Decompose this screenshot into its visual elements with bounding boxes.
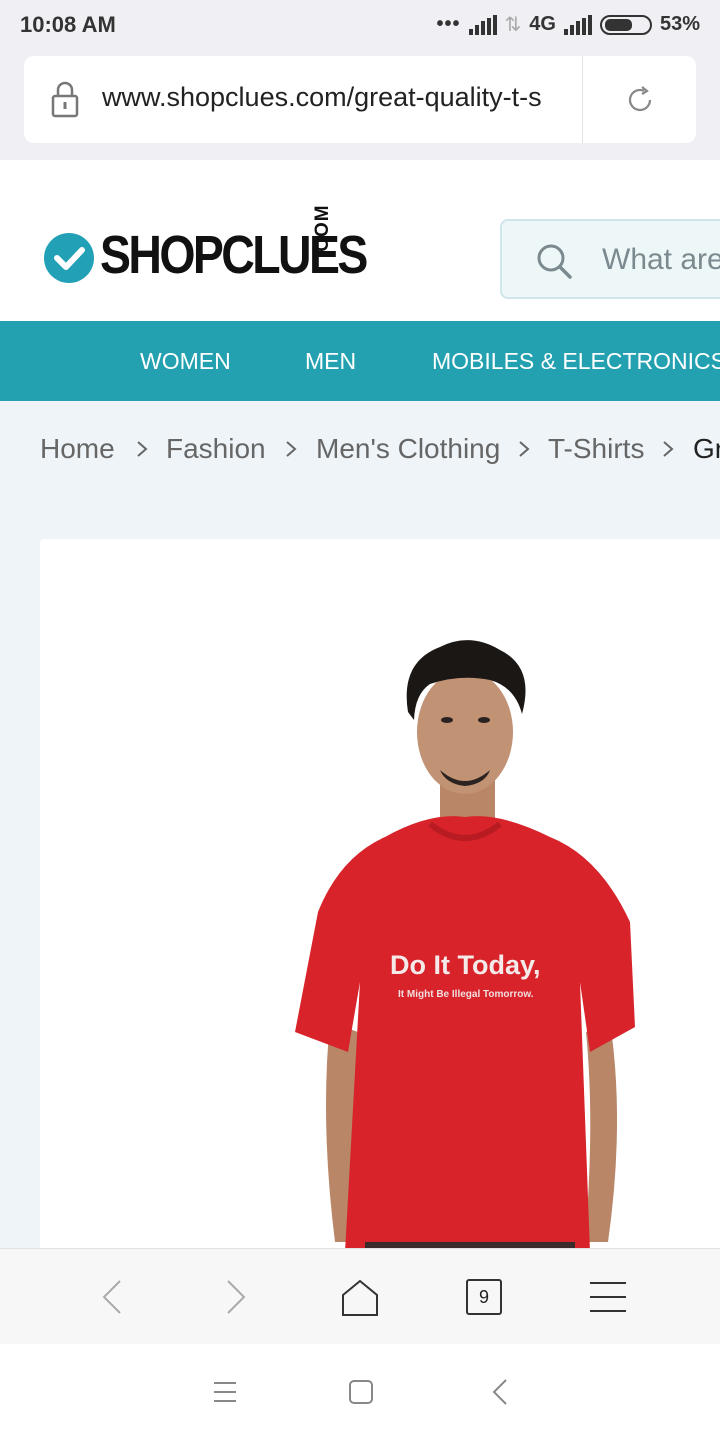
nav-item-women[interactable]: WOMEN [140, 348, 231, 375]
breadcrumb-mens-clothing[interactable]: Men's Clothing [316, 433, 500, 465]
product-image[interactable]: Do It Today, It Might Be Illegal Tomorro… [290, 602, 650, 1252]
battery-icon [599, 14, 652, 35]
battery-percent: 53% [659, 13, 700, 35]
chevron-right-icon [519, 441, 530, 457]
tabs-button[interactable]: 9 [466, 1279, 502, 1315]
url-text[interactable]: www.shopclues.com/great-quality-t-s [102, 82, 582, 113]
lock-icon [51, 81, 79, 118]
menu-icon[interactable] [588, 1277, 628, 1317]
chevron-right-icon [663, 441, 674, 457]
more-dots-icon: ••• [436, 13, 461, 35]
search-input[interactable]: What are [500, 219, 720, 299]
nav-item-men[interactable]: MEN [305, 348, 356, 375]
network-type: 4G [529, 13, 556, 35]
search-placeholder: What are [602, 243, 720, 276]
reload-icon[interactable] [624, 84, 656, 116]
breadcrumb-tshirts[interactable]: T-Shirts [548, 433, 644, 465]
home-icon[interactable] [340, 1277, 380, 1317]
breadcrumb-home[interactable]: Home [40, 433, 115, 465]
site-header: SHOPCLUES .COM What are [0, 160, 720, 321]
search-icon [537, 244, 572, 279]
logo-check-icon[interactable] [44, 233, 94, 283]
category-nav: WOMEN MEN MOBILES & ELECTRONICS [0, 321, 720, 401]
tshirt-print-main: Do It Today, [390, 950, 541, 980]
browser-toolbar: 9 [0, 1248, 720, 1344]
status-bar: 10:08 AM ••• ⇅ 4G 53% [0, 0, 720, 50]
product-card: Do It Today, It Might Be Illegal Tomorro… [40, 539, 720, 1259]
address-bar[interactable]: www.shopclues.com/great-quality-t-s [24, 56, 696, 143]
system-back-icon[interactable] [488, 1378, 512, 1406]
nav-item-mobiles-electronics[interactable]: MOBILES & ELECTRONICS [432, 348, 720, 375]
signal-icon-2 [563, 14, 592, 35]
status-time: 10:08 AM [20, 12, 116, 37]
breadcrumb-fashion[interactable]: Fashion [166, 433, 266, 465]
breadcrumb-current: Gr [693, 433, 720, 464]
browser-top-bar: www.shopclues.com/great-quality-t-s [0, 50, 720, 160]
logo-suffix: .COM [312, 204, 333, 258]
status-indicators: ••• ⇅ 4G 53% [437, 12, 701, 37]
signal-icon [468, 14, 497, 35]
tshirt-print-sub: It Might Be Illegal Tomorrow. [398, 989, 534, 1000]
chevron-right-icon [286, 441, 297, 457]
forward-icon[interactable] [216, 1277, 256, 1317]
data-transfer-icon: ⇅ [504, 14, 522, 36]
chevron-right-icon [137, 441, 148, 457]
back-icon[interactable] [92, 1277, 132, 1317]
recents-menu-icon[interactable] [212, 1380, 238, 1404]
system-home-icon[interactable] [348, 1379, 374, 1405]
system-nav-bar [0, 1344, 720, 1440]
address-divider [582, 56, 583, 143]
